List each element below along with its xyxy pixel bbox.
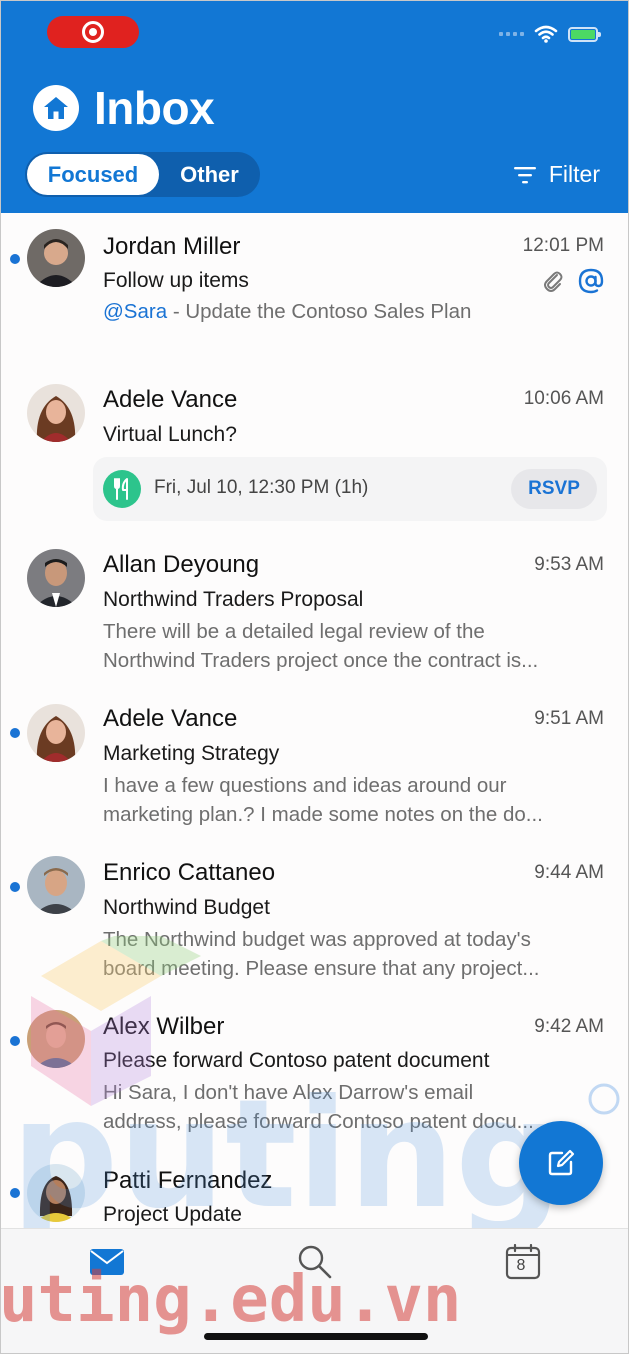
filter-icon bbox=[513, 166, 536, 183]
message-subject: Virtual Lunch? bbox=[103, 423, 237, 446]
tab-calendar[interactable]: 8 bbox=[503, 1244, 543, 1280]
mention-text: @Sara bbox=[103, 300, 168, 323]
compose-icon bbox=[548, 1149, 575, 1176]
preview-line: Northwind Traders project once the contr… bbox=[103, 649, 539, 672]
mention-icon bbox=[578, 268, 604, 294]
watermark-text: uting.edu.vn bbox=[0, 1263, 462, 1337]
message-time: 10:06 AM bbox=[523, 388, 604, 409]
calendar-day: 8 bbox=[516, 1257, 526, 1274]
unread-dot bbox=[10, 728, 20, 738]
record-icon bbox=[82, 21, 104, 43]
restaurant-icon bbox=[103, 470, 141, 508]
wifi-icon bbox=[534, 25, 558, 43]
event-invite-card[interactable]: Fri, Jul 10, 12:30 PM (1h) RSVP bbox=[93, 457, 607, 521]
preview-line: marketing plan.? I made some notes on th… bbox=[103, 803, 543, 826]
message-preview: @Sara - Update the Contoso Sales Plan bbox=[103, 297, 605, 326]
event-time: Fri, Jul 10, 12:30 PM (1h) bbox=[154, 477, 369, 498]
page-title: Inbox bbox=[94, 82, 215, 134]
sender-name: Adele Vance bbox=[103, 386, 238, 413]
attachment-icon bbox=[544, 271, 563, 292]
preview-line: I have a few questions and ideas around … bbox=[103, 774, 507, 797]
message-row-allan-deyoung[interactable]: Allan Deyoung 9:53 AM Northwind Traders … bbox=[1, 539, 628, 694]
sender-name: Allan Deyoung bbox=[103, 551, 260, 578]
sender-name: Enrico Cattaneo bbox=[103, 859, 276, 886]
cellular-signal-icon bbox=[499, 32, 524, 36]
sender-name: Jordan Miller bbox=[103, 233, 241, 260]
avatar bbox=[27, 549, 85, 607]
message-preview: I have a few questions and ideas around … bbox=[103, 771, 605, 829]
message-subject: Northwind Traders Proposal bbox=[103, 588, 364, 611]
compose-button[interactable] bbox=[519, 1121, 603, 1205]
message-row-adele-vance[interactable]: Adele Vance 9:51 AM Marketing Strategy I… bbox=[1, 694, 628, 848]
inbox-segmented-control: Focused Other bbox=[25, 152, 260, 197]
unread-dot bbox=[10, 882, 20, 892]
avatar bbox=[27, 229, 85, 287]
message-subject: Northwind Budget bbox=[103, 896, 270, 919]
message-time: 12:01 PM bbox=[522, 235, 604, 256]
avatar bbox=[27, 856, 85, 914]
app-screen: Inbox Focused Other Filter Jordan Miller… bbox=[0, 0, 629, 1354]
tab-focused[interactable]: Focused bbox=[27, 154, 159, 195]
preview-line: There will be a detailed legal review of… bbox=[103, 620, 485, 643]
header: Inbox Focused Other Filter bbox=[1, 1, 628, 213]
rsvp-button[interactable]: RSVP bbox=[511, 469, 597, 509]
message-subject: Follow up items bbox=[103, 269, 249, 292]
status-icons bbox=[499, 25, 601, 43]
message-preview: There will be a detailed legal review of… bbox=[103, 617, 605, 675]
sender-name: Adele Vance bbox=[103, 705, 238, 732]
screen-recording-indicator[interactable] bbox=[47, 16, 139, 48]
message-row-jordan-miller[interactable]: Jordan Miller 12:01 PM Follow up items @… bbox=[1, 214, 628, 364]
tab-other[interactable]: Other bbox=[161, 154, 258, 195]
filter-label: Filter bbox=[548, 161, 600, 187]
home-indicator[interactable] bbox=[204, 1333, 428, 1340]
svg-text:puting: puting bbox=[11, 1068, 562, 1236]
avatar bbox=[27, 384, 85, 442]
filter-button[interactable]: Filter bbox=[513, 161, 600, 188]
message-time: 9:53 AM bbox=[534, 554, 604, 575]
message-time: 9:44 AM bbox=[534, 862, 604, 883]
message-flags bbox=[542, 268, 604, 294]
battery-charging-icon bbox=[568, 26, 601, 42]
unread-dot bbox=[10, 254, 20, 264]
avatar bbox=[27, 704, 85, 762]
home-icon bbox=[44, 97, 68, 119]
message-subject: Marketing Strategy bbox=[103, 742, 280, 765]
home-account-button[interactable] bbox=[33, 85, 79, 131]
preview-text: - Update the Contoso Sales Plan bbox=[167, 300, 472, 323]
message-time: 9:51 AM bbox=[534, 708, 604, 729]
